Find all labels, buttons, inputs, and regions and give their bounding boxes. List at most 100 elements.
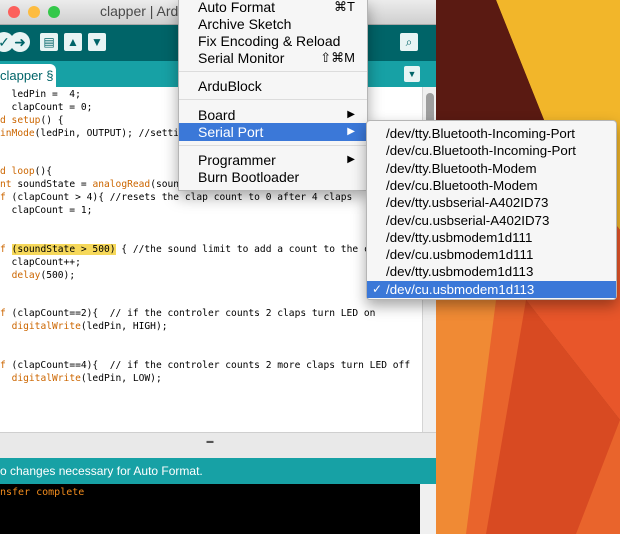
serial-port-label: /dev/cu.usbmodem1d111 (386, 247, 534, 263)
serial-monitor-icon[interactable]: ⌕ (400, 33, 418, 51)
checkmark-icon: ✓ (372, 281, 383, 296)
minimize-window-icon[interactable] (28, 6, 40, 18)
serial-port-item[interactable]: /dev/cu.Bluetooth-Incoming-Port (367, 142, 616, 159)
code-text-segment: (){ (34, 166, 52, 178)
serial-port-item[interactable]: ✓/dev/cu.usbmodem1d113 (367, 280, 616, 298)
triangle-down-icon[interactable]: ▼ (404, 66, 420, 82)
serial-port-item[interactable]: /dev/cu.Bluetooth-Modem (367, 177, 616, 194)
code-keyword: nt (0, 179, 12, 191)
serial-port-item[interactable]: /dev/tty.usbmodem1d111 (367, 229, 616, 246)
serial-port-label: /dev/tty.usbmodem1d111 (386, 229, 533, 245)
console-text: nsfer complete (0, 487, 85, 498)
serial-port-label: /dev/tty.usbserial-A402ID73 (386, 195, 549, 211)
code-text-segment: (ledPin, HIGH); (80, 321, 168, 333)
serial-port-label: /dev/tty.Bluetooth-Modem (386, 160, 537, 176)
code-text-segment: () { (40, 114, 64, 126)
menu-separator (179, 71, 367, 72)
code-text-segment: ledPin = 4; (0, 89, 81, 100)
new-sketch-icon[interactable]: ▤ (40, 33, 58, 51)
menu-item-label: Serial Monitor (198, 50, 285, 66)
serial-port-label: /dev/cu.Bluetooth-Incoming-Port (386, 143, 576, 159)
code-line[interactable]: ledPin = 4; (0, 89, 81, 100)
serial-port-submenu: /dev/tty.Bluetooth-Incoming-Port/dev/cu.… (366, 120, 617, 300)
code-keyword: digitalWrite (11, 372, 81, 384)
submenu-arrow-icon: ▶ (347, 109, 355, 120)
tools-menu: Auto Format ⌘T Archive Sketch Fix Encodi… (178, 0, 368, 191)
menu-item-auto-format[interactable]: Auto Format ⌘T (179, 0, 367, 16)
open-icon[interactable]: ▲ (64, 33, 82, 51)
menu-item-label: Burn Bootloader (198, 169, 300, 185)
serial-port-item[interactable]: /dev/cu.usbserial-A402ID73 (367, 212, 616, 229)
serial-port-label: /dev/tty.Bluetooth-Incoming-Port (386, 126, 575, 141)
menu-item-label: Auto Format (198, 0, 276, 15)
tab-label: clapper § (0, 68, 54, 83)
code-keyword: digitalWrite (11, 321, 81, 333)
close-window-icon[interactable] (8, 6, 20, 18)
menu-item-label: Fix Encoding & Reload (198, 33, 341, 49)
zoom-window-icon[interactable] (48, 6, 60, 18)
code-text-segment: clapCount++; (0, 256, 81, 268)
serial-port-item[interactable]: /dev/tty.Bluetooth-Modem (367, 160, 616, 177)
console: nsfer complete (0, 484, 436, 534)
menu-item-programmer[interactable]: Programmer ▶ (179, 151, 367, 169)
serial-port-item[interactable]: /dev/cu.usbmodem1d111 (367, 246, 616, 263)
code-text-segment: (ledPin, LOW); (80, 372, 162, 384)
menu-item-label: Board (198, 107, 236, 123)
tab-clapper[interactable]: clapper § (0, 64, 56, 87)
code-keyword: d setup (0, 114, 41, 126)
code-line[interactable]: digitalWrite(ledPin, LOW); (0, 373, 162, 384)
code-line[interactable]: f (clapCount==4){ // if the controler co… (0, 360, 410, 371)
code-line[interactable]: f (clapCount > 4){ //resets the clap cou… (0, 192, 352, 203)
code-text-segment (6, 244, 12, 255)
serial-port-item[interactable]: /dev/tty.usbserial-A402ID73 (367, 194, 616, 211)
submenu-arrow-icon: ▶ (347, 154, 355, 165)
code-text-segment: clapCount = 1; (0, 205, 93, 217)
serial-port-label: /dev/cu.usbserial-A402ID73 (386, 212, 550, 228)
menu-item-ardublock[interactable]: ArduBlock (179, 77, 367, 95)
menu-item-serial-port[interactable]: Serial Port ▶ (179, 123, 367, 141)
code-keyword: inMode (0, 127, 35, 139)
pane-divider[interactable]: ▬ (0, 432, 436, 459)
code-line[interactable]: delay(500); (0, 269, 76, 281)
status-message: o changes necessary for Auto Format. (0, 464, 203, 478)
code-line[interactable]: d setup() { (0, 115, 64, 126)
code-text-segment (0, 373, 12, 384)
serial-port-item[interactable]: /dev/tty.usbmodem1d113 (367, 263, 616, 280)
menu-item-fix-encoding[interactable]: Fix Encoding & Reload (179, 32, 367, 50)
menu-item-archive-sketch[interactable]: Archive Sketch (179, 15, 367, 33)
serial-port-label: /dev/cu.Bluetooth-Modem (386, 177, 538, 193)
menu-item-serial-monitor[interactable]: Serial Monitor ⇧⌘M (179, 49, 367, 67)
menu-item-board[interactable]: Board ▶ (179, 106, 367, 124)
menu-shortcut: ⇧⌘M (320, 50, 355, 65)
status-bar: o changes necessary for Auto Format. (0, 458, 436, 484)
code-keyword: delay (11, 269, 41, 281)
menu-separator (179, 99, 367, 100)
menu-separator (179, 145, 367, 146)
upload-icon[interactable]: ➜ (10, 32, 30, 52)
save-icon[interactable]: ▼ (88, 33, 106, 51)
code-keyword: d loop (0, 166, 35, 178)
code-text-segment: (clapCount==2){ // if the controler coun… (5, 308, 376, 320)
code-text-segment: (500); (40, 269, 76, 281)
menu-item-burn-bootloader[interactable]: Burn Bootloader (179, 168, 367, 186)
code-line[interactable]: clapCount = 1; (0, 205, 93, 217)
resize-grip-icon[interactable]: ▬ (204, 438, 216, 446)
code-line[interactable]: digitalWrite(ledPin, HIGH); (0, 321, 168, 332)
menu-item-label: Serial Port (198, 124, 264, 140)
code-line[interactable]: f (clapCount==2){ // if the controler co… (0, 308, 375, 319)
code-text-segment: soundState = (11, 179, 93, 191)
code-line[interactable]: d loop(){ (0, 166, 52, 177)
code-text-segment: clapCount = 0; (0, 101, 93, 113)
code-line[interactable]: f (soundState > 500) { //the sound limit… (0, 243, 422, 255)
code-line[interactable]: clapCount = 0; (0, 101, 93, 113)
code-highlight: (soundState > 500) (11, 243, 116, 255)
menu-item-label: Programmer (198, 152, 276, 168)
code-text-segment (0, 270, 12, 281)
code-line[interactable]: clapCount++; (0, 257, 81, 268)
serial-port-label: /dev/cu.usbmodem1d113 (386, 281, 535, 297)
serial-port-label: /dev/tty.usbmodem1d113 (386, 264, 534, 280)
serial-port-item[interactable]: /dev/tty.Bluetooth-Incoming-Port (367, 125, 616, 142)
menu-item-label: ArduBlock (198, 78, 262, 94)
console-scrollbar[interactable] (420, 484, 436, 534)
code-text-segment (0, 321, 12, 332)
